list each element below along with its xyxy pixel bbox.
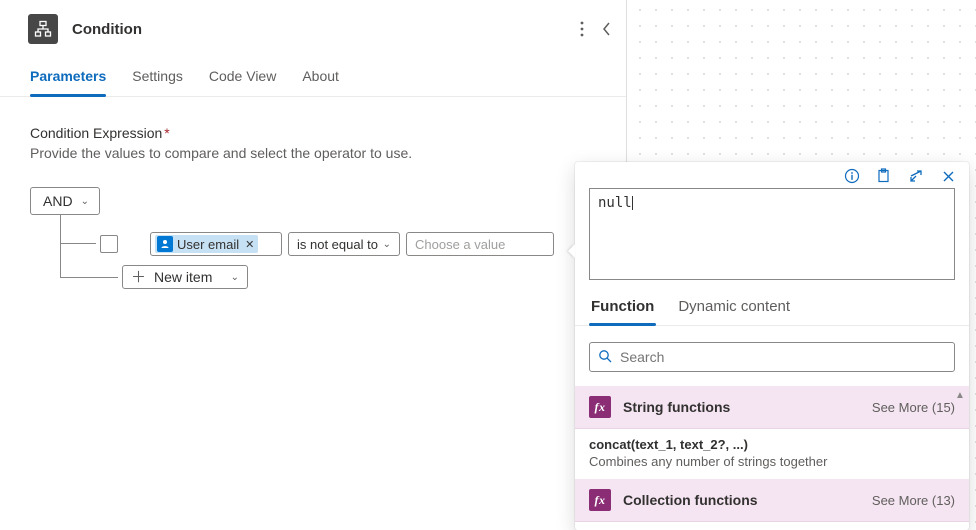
see-more-link[interactable]: See More (13) (872, 493, 955, 508)
condition-row: User email ✕ is not equal to ⌄ Choose a … (100, 232, 554, 256)
search-input[interactable] (620, 349, 946, 365)
panel-header: Condition (0, 0, 626, 58)
category-label: String functions (623, 399, 730, 415)
new-item-button[interactable]: ＋ New item ⌄ (122, 265, 248, 289)
expression-value: null (598, 195, 632, 211)
function-description: Combines any number of strings together (589, 454, 955, 469)
condition-panel: Condition Parameters Settings Code View … (0, 0, 627, 530)
required-indicator: * (164, 125, 169, 141)
scroll-up-icon[interactable]: ▲ (955, 390, 965, 401)
category-string-functions[interactable]: fx String functions See More (15) (575, 386, 969, 429)
row-checkbox[interactable] (100, 235, 118, 253)
close-icon[interactable] (939, 168, 957, 184)
condition-icon (28, 14, 58, 44)
fx-icon: fx (589, 396, 611, 418)
operand-left-input[interactable]: User email ✕ (150, 232, 282, 256)
group-operator-label: AND (43, 193, 73, 209)
popover-toolbar (575, 162, 969, 184)
category-collection-functions[interactable]: fx Collection functions See More (13) (575, 479, 969, 522)
condition-expression-label: Condition Expression* (30, 125, 596, 141)
collapse-panel-icon[interactable] (602, 21, 612, 37)
condition-expression-label-text: Condition Expression (30, 125, 162, 141)
value-placeholder: Choose a value (415, 237, 505, 252)
chevron-down-icon: ⌄ (231, 272, 239, 283)
info-icon[interactable] (843, 168, 861, 184)
see-more-link[interactable]: See More (15) (872, 400, 955, 415)
search-box[interactable] (589, 342, 955, 372)
operator-label: is not equal to (297, 237, 378, 252)
expression-popover: null Function Dynamic content fx String … (575, 162, 969, 530)
token-label: User email (177, 237, 239, 252)
operand-right-input[interactable]: Choose a value (406, 232, 554, 256)
panel-title: Condition (72, 21, 142, 38)
tab-dynamic-content[interactable]: Dynamic content (676, 290, 792, 325)
tab-settings[interactable]: Settings (132, 58, 183, 96)
tab-parameters[interactable]: Parameters (30, 58, 106, 96)
tree-connector (60, 277, 118, 278)
expand-icon[interactable] (907, 168, 925, 184)
plus-icon: ＋ (131, 270, 146, 285)
expression-input[interactable]: null (589, 188, 955, 280)
operator-dropdown[interactable]: is not equal to ⌄ (288, 232, 400, 256)
function-signature: concat(text_1, text_2?, ...) (589, 437, 955, 452)
panel-tabs: Parameters Settings Code View About (0, 58, 626, 97)
popover-pointer (568, 244, 575, 258)
chevron-down-icon: ⌄ (383, 239, 391, 250)
new-item-label: New item (154, 269, 212, 285)
dynamic-token-user-email[interactable]: User email ✕ (155, 235, 258, 253)
remove-token-icon[interactable]: ✕ (245, 238, 254, 251)
tab-codeview[interactable]: Code View (209, 58, 276, 96)
tab-function[interactable]: Function (589, 290, 656, 325)
paste-icon[interactable] (875, 168, 893, 184)
function-item-concat[interactable]: concat(text_1, text_2?, ...) Combines an… (575, 429, 969, 479)
condition-expression-hint: Provide the values to compare and select… (30, 145, 596, 161)
new-item-row: ＋ New item ⌄ (122, 265, 248, 289)
tree-connector (60, 215, 61, 277)
group-operator-dropdown[interactable]: AND ⌄ (30, 187, 100, 215)
tree-connector (60, 243, 96, 244)
search-icon (598, 349, 612, 366)
person-icon (157, 236, 173, 252)
chevron-down-icon: ⌄ (81, 196, 89, 207)
fx-icon: fx (589, 489, 611, 511)
more-menu-icon[interactable] (580, 21, 584, 37)
tab-about[interactable]: About (302, 58, 339, 96)
panel-body: Condition Expression* Provide the values… (0, 97, 626, 243)
category-label: Collection functions (623, 492, 758, 508)
popover-tabs: Function Dynamic content (575, 290, 969, 326)
